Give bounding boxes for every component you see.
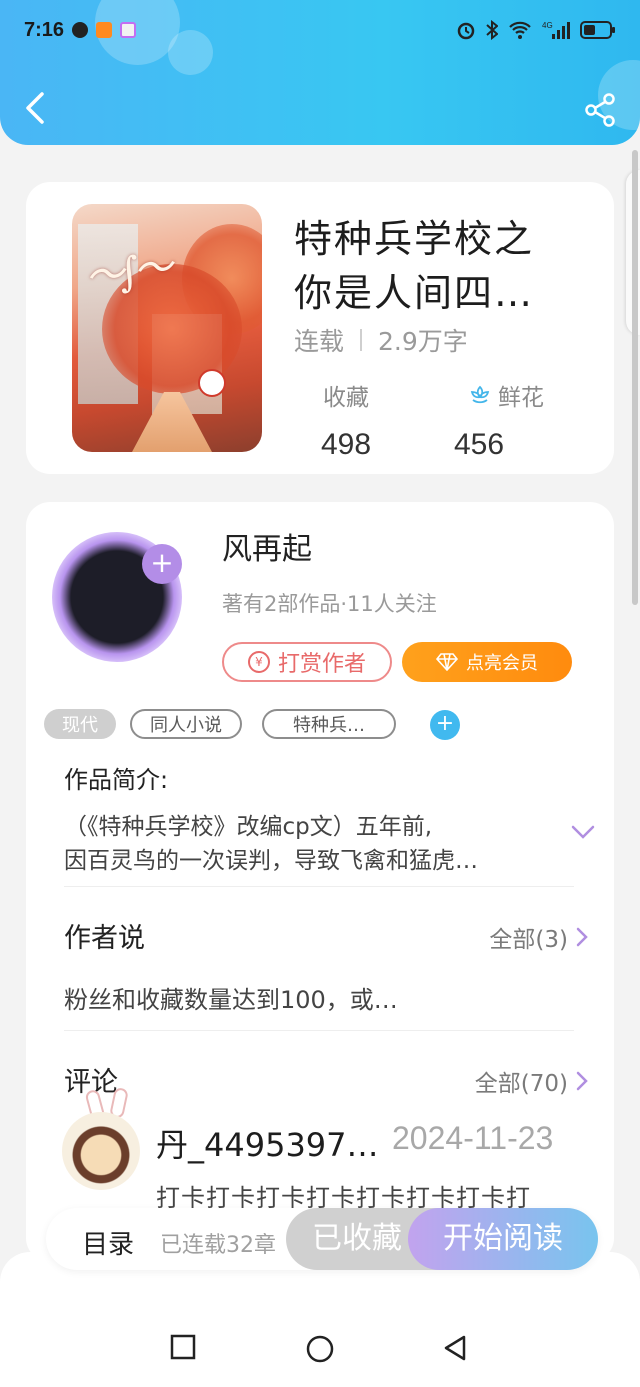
flowers-label: 鲜花 (498, 385, 544, 411)
meta-divider (360, 329, 363, 351)
vip-button[interactable]: 点亮会员 (402, 642, 572, 682)
intro-title: 作品简介: (64, 766, 169, 794)
favorites-value: 498 (320, 428, 372, 461)
qq-icon (72, 22, 89, 38)
book-title-line: 特种兵学校之 (294, 217, 535, 261)
comments-all-link[interactable]: 全部(70) (475, 1064, 588, 1098)
recent-apps-icon[interactable] (170, 1334, 196, 1360)
add-tag-button[interactable]: + (430, 710, 460, 740)
cover-art-calligraphy: 〜∫〜 (81, 244, 171, 302)
flower-icon (470, 385, 490, 404)
author-say-text[interactable]: 粉丝和收藏数量达到100，或… (64, 980, 398, 1015)
toc-button[interactable]: 目录 (82, 1224, 134, 1261)
book-title: 特种兵学校之 你是人间四… (294, 212, 594, 320)
tag-chip[interactable]: 同人小说 (130, 709, 242, 739)
chevron-right-icon (576, 927, 588, 947)
favorites-label: 收藏 (323, 385, 369, 411)
vip-label: 点亮会员 (466, 653, 538, 674)
network-label: 4G (542, 21, 553, 30)
tag-chip[interactable]: 现代 (44, 709, 116, 739)
book-status: 连载 (294, 327, 345, 356)
expand-chevron-down-icon[interactable] (570, 824, 596, 840)
flowers-label-row: 鲜花 (446, 378, 566, 412)
wifi-icon (509, 21, 531, 39)
chevron-right-icon (576, 1071, 588, 1091)
flowers-value: 456 (454, 428, 505, 461)
author-details-card: + 风再起 著有2部作品·11人关注 ¥ 打赏作者 点亮会员 现代 同人小说 特… (26, 502, 614, 1262)
bottom-action-bar: 目录 已连载32章 已收藏 开始阅读 (46, 1208, 598, 1270)
start-reading-button[interactable]: 开始阅读 (408, 1208, 598, 1270)
commenter-avatar[interactable] (62, 1112, 140, 1190)
author-avatar[interactable]: + (52, 532, 182, 662)
book-cover[interactable]: 〜∫〜 (72, 204, 262, 452)
video-app-icon (96, 22, 113, 38)
tag-chip[interactable]: 特种兵… (262, 709, 396, 739)
flowers-stat[interactable]: 鲜花 456 (446, 378, 566, 462)
signal-4g-icon: 4G (542, 21, 570, 39)
home-icon[interactable] (305, 1334, 335, 1364)
bluetooth-icon (486, 20, 498, 40)
favorites-stat: 收藏 498 (298, 378, 394, 462)
camera-app-icon (120, 22, 137, 38)
intro-line: （《特种兵学校》改编cp文）五年前, (64, 814, 433, 840)
book-info-card: 〜∫〜 特种兵学校之 你是人间四… 连载 2.9万字 收藏 498 鲜花 456 (26, 182, 614, 474)
cover-art-seal (198, 369, 226, 397)
comment-date: 2024-11-23 (392, 1120, 554, 1156)
follow-author-button[interactable]: + (142, 544, 182, 584)
tip-author-button[interactable]: ¥ 打赏作者 (222, 642, 392, 682)
commenter-name[interactable]: 丹_4495397… (156, 1120, 390, 1166)
book-word-count: 2.9万字 (378, 327, 468, 356)
book-meta: 连载 2.9万字 (294, 322, 468, 358)
top-header: 7:16 4G (0, 0, 640, 145)
divider (64, 1030, 574, 1031)
author-name[interactable]: 风再起 (222, 524, 312, 568)
divider (64, 886, 574, 887)
comments-all-label: 全部(70) (474, 1071, 568, 1097)
yen-icon: ¥ (247, 651, 270, 673)
alarm-icon (457, 22, 475, 40)
author-say-all-link[interactable]: 全部(3) (489, 920, 588, 954)
author-say-title: 作者说 (64, 923, 145, 954)
intro-line: 因百灵鸟的一次误判，导致飞禽和猛虎… (64, 848, 478, 874)
battery-icon (580, 21, 615, 39)
tip-author-label: 打赏作者 (277, 652, 366, 677)
author-say-all-label: 全部(3) (489, 927, 568, 953)
scrollbar[interactable] (632, 150, 638, 605)
intro-text[interactable]: （《特种兵学校》改编cp文）五年前, 因百灵鸟的一次误判，导致飞禽和猛虎… (64, 810, 554, 878)
status-time: 7:16 (24, 18, 65, 41)
toc-progress: 已连载32章 (160, 1233, 276, 1258)
share-button[interactable] (582, 92, 618, 128)
book-title-line: 你是人间四… (294, 271, 535, 315)
back-nav-icon[interactable] (442, 1334, 468, 1362)
back-button[interactable] (18, 88, 54, 128)
status-bar: 7:16 4G (0, 0, 640, 60)
diamond-icon (436, 653, 458, 671)
system-nav-bar (0, 1252, 640, 1387)
author-summary: 著有2部作品·11人关注 (222, 592, 437, 616)
